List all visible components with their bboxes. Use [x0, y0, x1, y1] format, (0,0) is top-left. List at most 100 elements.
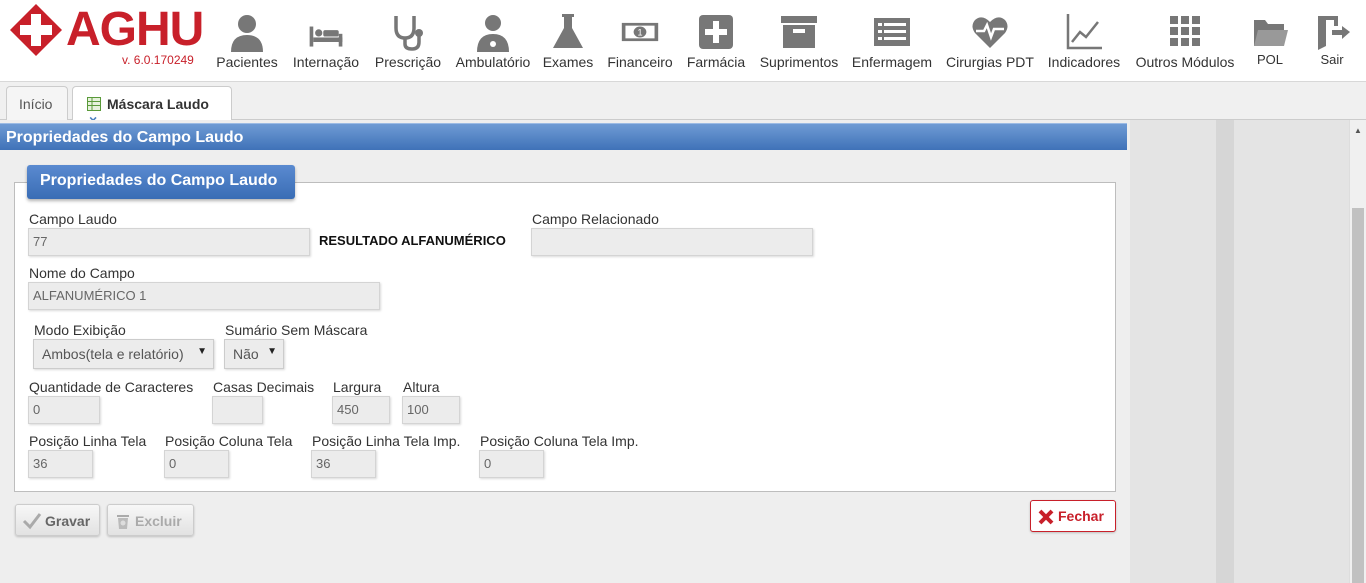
top-navigation-bar: AGHU v. 6.0.170249 Pacientes Internação …	[0, 0, 1366, 82]
pos-coluna-tela-label: Posição Coluna Tela	[165, 433, 293, 449]
side-panel-area	[1130, 120, 1366, 583]
modo-exibicao-label: Modo Exibição	[34, 322, 126, 338]
module-label: Internação	[292, 54, 360, 70]
module-label: Outros Módulos	[1135, 54, 1235, 70]
heart-pulse-icon	[972, 17, 1008, 48]
campo-laudo-input[interactable]: 77	[28, 228, 310, 256]
altura-label: Altura	[403, 379, 440, 395]
module-pol[interactable]: POL	[1248, 12, 1292, 74]
caret-down-icon: ▼	[267, 346, 277, 357]
casas-decimais-input[interactable]	[212, 396, 263, 424]
grid-icon	[1170, 16, 1200, 46]
pos-linha-imp-label: Posição Linha Tela Imp.	[312, 433, 461, 449]
altura-input[interactable]: 100	[402, 396, 460, 424]
scroll-thumb[interactable]	[1352, 208, 1364, 583]
box-icon	[781, 16, 817, 48]
button-label: Excluir	[135, 513, 182, 529]
exit-icon	[1318, 16, 1350, 50]
sumario-select[interactable]: Não ▼	[224, 339, 284, 369]
user-icon	[231, 15, 263, 52]
flask-icon	[553, 14, 583, 48]
select-value: Não	[233, 346, 259, 362]
module-label: Ambulatório	[455, 54, 531, 70]
module-exames[interactable]: Exames	[542, 12, 594, 74]
module-label: Suprimentos	[759, 54, 839, 70]
qtd-caracteres-input[interactable]: 0	[28, 396, 100, 424]
pos-coluna-tela-input[interactable]: 0	[164, 450, 229, 478]
campo-laudo-label: Campo Laudo	[29, 211, 117, 227]
module-suprimentos[interactable]: Suprimentos	[758, 12, 840, 74]
spreadsheet-icon	[87, 97, 101, 111]
tab-label: Início	[19, 96, 53, 112]
close-x-icon	[1038, 509, 1054, 525]
module-sair[interactable]: Sair	[1310, 12, 1354, 74]
select-value: Ambos(tela e relatório)	[42, 346, 184, 362]
trash-icon	[117, 515, 129, 529]
plus-box-icon	[699, 15, 733, 49]
module-label: Farmácia	[686, 54, 746, 70]
module-label: Sair	[1320, 52, 1344, 67]
pos-coluna-imp-input[interactable]: 0	[479, 450, 544, 478]
svg-text:1: 1	[637, 28, 642, 38]
resultado-label: RESULTADO ALFANUMÉRICO	[319, 233, 506, 248]
module-internacao[interactable]: Internação	[290, 12, 362, 74]
module-indicadores[interactable]: Indicadores	[1046, 12, 1122, 74]
side-panel-divider	[1216, 120, 1234, 583]
module-label: Financeiro	[607, 54, 673, 70]
campo-relacionado-input[interactable]	[531, 228, 813, 256]
module-label: Cirurgias PDT	[946, 54, 1034, 70]
pos-coluna-imp-label: Posição Coluna Tela Imp.	[480, 433, 639, 449]
line-chart-icon	[1066, 14, 1102, 50]
scroll-up-arrow-icon[interactable]: ▲	[1354, 126, 1362, 135]
fieldset-legend: Propriedades do Campo Laudo	[27, 165, 295, 199]
campo-relacionado-label: Campo Relacionado	[532, 211, 659, 227]
caret-down-icon: ▼	[197, 346, 207, 357]
largura-input[interactable]: 450	[332, 396, 390, 424]
main-content: Propriedades do Campo Laudo Propriedades…	[0, 120, 1130, 583]
module-farmacia[interactable]: Farmácia	[684, 12, 748, 74]
nome-campo-input[interactable]: ALFANUMÉRICO 1	[28, 282, 380, 310]
bed-icon	[309, 26, 343, 47]
module-enfermagem[interactable]: Enfermagem	[850, 12, 934, 74]
module-cirurgias-pdt[interactable]: Cirurgias PDT	[944, 12, 1036, 74]
module-label: POL	[1256, 52, 1283, 67]
tab-mascara-laudo[interactable]: Máscara Laudo ×	[72, 86, 232, 128]
module-ambulatorio[interactable]: Ambulatório	[454, 12, 532, 74]
module-prescricao[interactable]: Prescrição	[372, 12, 444, 74]
module-outros-modulos[interactable]: Outros Módulos	[1134, 12, 1236, 74]
sumario-label: Sumário Sem Máscara	[225, 322, 368, 338]
gravar-button[interactable]: Gravar	[15, 504, 100, 536]
logo-text: AGHU	[66, 3, 204, 56]
module-label: Indicadores	[1047, 54, 1121, 70]
module-label: Exames	[542, 54, 594, 70]
module-label: Prescrição	[374, 54, 442, 70]
module-label: Enfermagem	[851, 54, 933, 70]
qtd-caracteres-label: Quantidade de Caracteres	[29, 379, 194, 395]
modo-exibicao-select[interactable]: Ambos(tela e relatório) ▼	[33, 339, 214, 369]
check-icon	[22, 513, 42, 530]
tab-inicio[interactable]: Início	[6, 86, 68, 120]
panel-header: Propriedades do Campo Laudo	[0, 123, 1127, 150]
doctor-icon	[477, 15, 509, 52]
module-label: Pacientes	[216, 54, 278, 70]
pos-linha-imp-input[interactable]: 36	[311, 450, 376, 478]
button-label: Fechar	[1058, 508, 1104, 524]
nome-campo-label: Nome do Campo	[29, 265, 135, 281]
pos-linha-tela-label: Posição Linha Tela	[29, 433, 147, 449]
tab-label: Máscara Laudo	[107, 96, 209, 112]
vertical-scrollbar[interactable]: ▲	[1349, 120, 1366, 583]
largura-label: Largura	[333, 379, 382, 395]
pos-linha-tela-input[interactable]: 36	[28, 450, 93, 478]
module-financeiro[interactable]: 1 Financeiro	[604, 12, 676, 74]
money-icon: 1	[621, 22, 659, 42]
list-icon	[874, 18, 910, 46]
button-label: Gravar	[45, 513, 91, 529]
stethoscope-icon	[394, 16, 423, 51]
version-label: v. 6.0.170249	[122, 53, 194, 67]
cross-logo-icon	[10, 4, 62, 56]
excluir-button[interactable]: Excluir	[107, 504, 194, 536]
fechar-button[interactable]: Fechar	[1030, 500, 1116, 532]
aghu-logo[interactable]: AGHU v. 6.0.170249	[8, 2, 208, 72]
tab-bar: Início Máscara Laudo ×	[0, 82, 1366, 128]
module-pacientes[interactable]: Pacientes	[214, 12, 280, 74]
